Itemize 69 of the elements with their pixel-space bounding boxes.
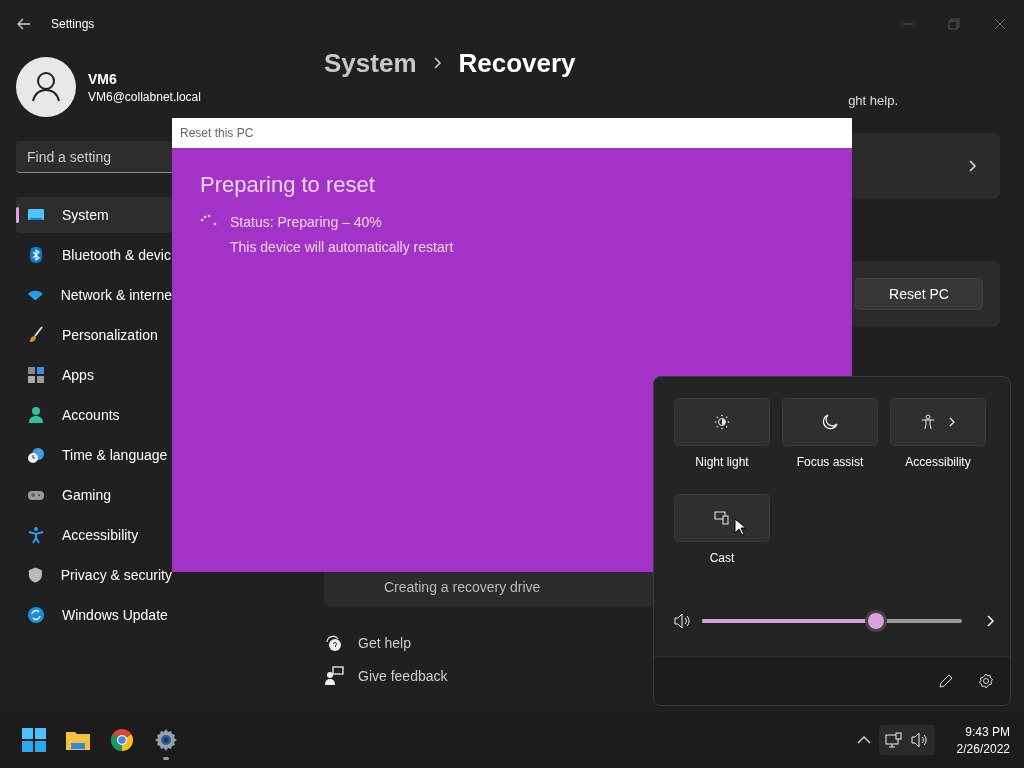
bluetooth-icon — [27, 246, 45, 264]
apps-icon — [27, 366, 45, 384]
chevron-right-icon[interactable] — [986, 614, 996, 628]
brush-icon — [27, 326, 45, 344]
close-icon[interactable] — [994, 18, 1006, 30]
tile-label: Cast — [709, 551, 735, 565]
accessibility-icon — [27, 526, 45, 544]
user-email: VM6@collabnet.local — [88, 89, 201, 104]
restart-note: This device will automatically restart — [230, 239, 455, 255]
back-arrow-icon[interactable] — [17, 18, 31, 30]
accessibility-icon — [920, 414, 936, 430]
quick-setting-tile[interactable] — [674, 494, 770, 542]
moon-icon — [822, 414, 838, 430]
sidebar-item[interactable]: System — [16, 197, 172, 233]
tile-label: Night light — [695, 455, 749, 469]
sidebar-item[interactable]: Privacy & security — [16, 557, 172, 593]
window-title: Settings — [51, 17, 95, 31]
sidebar-item[interactable]: Apps — [16, 357, 172, 393]
breadcrumb-parent[interactable]: System — [324, 47, 417, 79]
sidebar-item[interactable]: Gaming — [16, 477, 172, 513]
sidebar-item[interactable]: Network & interne — [16, 277, 172, 313]
clock[interactable]: 9:43 PM 2/26/2022 — [942, 724, 1014, 756]
help-link[interactable]: Get help — [358, 635, 411, 651]
status-text: Status: Preparing – 40% — [230, 214, 382, 230]
chevron-right-icon — [948, 416, 956, 428]
mouse-cursor-icon — [734, 518, 746, 536]
sidebar-item[interactable]: Time & language — [16, 437, 172, 473]
gear-icon — [154, 728, 178, 752]
quick-setting-tile[interactable] — [782, 398, 878, 446]
user-name: VM6 — [88, 70, 118, 87]
tile-label: Focus assist — [796, 455, 864, 469]
dialog-heading: Preparing to reset — [200, 172, 376, 198]
speaker-icon[interactable] — [674, 613, 692, 629]
sidebar-item[interactable]: Windows Update — [16, 597, 172, 633]
tile-label: Accessibility — [905, 455, 971, 469]
sidebar-item[interactable]: Accounts — [16, 397, 172, 433]
dialog-title: Reset this PC — [180, 126, 254, 140]
system-tray-button[interactable] — [878, 725, 935, 755]
cast-icon — [714, 510, 730, 526]
browser-icon — [110, 728, 134, 752]
help-link[interactable]: Give feedback — [358, 668, 448, 684]
start-icon — [22, 728, 46, 752]
quick-setting-tile[interactable] — [674, 398, 770, 446]
sun-icon — [714, 414, 730, 430]
feedback-icon — [324, 666, 344, 686]
quick-setting-tile[interactable] — [890, 398, 986, 446]
settings-icon[interactable] — [978, 673, 994, 689]
recovery-drive-link[interactable]: Creating a recovery drive — [384, 579, 541, 595]
clock-icon — [27, 446, 45, 464]
slider-thumb[interactable] — [868, 613, 885, 629]
update-icon — [27, 606, 45, 624]
page-title: Recovery — [458, 47, 576, 79]
reset-pc-button[interactable]: Reset PC — [855, 278, 983, 310]
volume-slider[interactable] — [702, 610, 962, 632]
avatar-icon — [16, 57, 76, 117]
chevron-right-icon — [432, 56, 443, 70]
sidebar-item[interactable]: Bluetooth & devic — [16, 237, 172, 273]
shield-icon — [27, 566, 44, 584]
person-icon — [27, 406, 45, 424]
sidebar-item[interactable]: Accessibility — [16, 517, 172, 553]
pencil-icon[interactable] — [938, 673, 954, 689]
help-icon — [324, 633, 344, 653]
chevron-up-icon[interactable] — [856, 735, 871, 745]
description-text: ght help. — [848, 93, 898, 108]
sidebar-item[interactable]: Personalization — [16, 317, 172, 353]
network-icon — [884, 732, 903, 748]
folder-icon — [65, 729, 91, 751]
speaker-icon — [910, 732, 929, 748]
chevron-right-icon — [968, 159, 978, 173]
